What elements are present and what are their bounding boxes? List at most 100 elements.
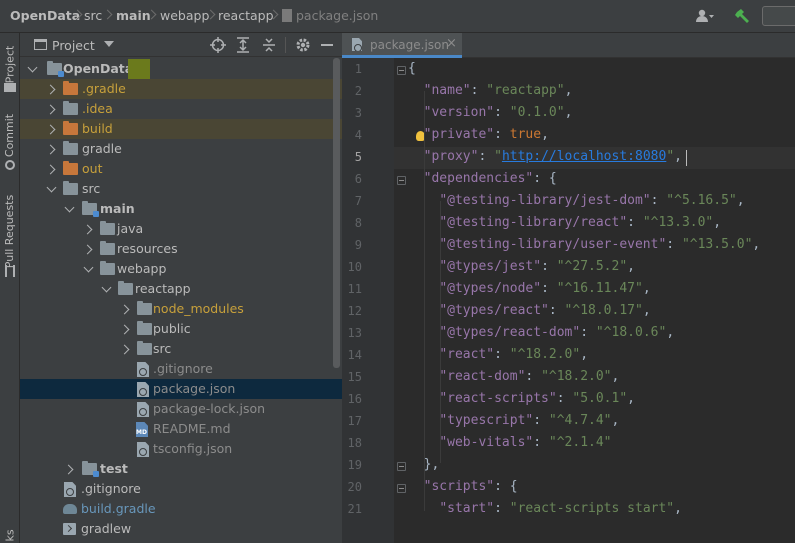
tab-pull-requests[interactable]: Pull Requests [2, 189, 18, 273]
fold-marker-icon[interactable] [397, 462, 406, 471]
fold-marker-icon[interactable] [397, 66, 406, 75]
code-token: : [666, 237, 682, 252]
tree-item-gradlew[interactable]: gradlew [20, 519, 342, 539]
hide-panel-icon[interactable] [321, 44, 333, 46]
chevron-right-icon[interactable] [119, 323, 131, 335]
code-token: { [408, 61, 416, 76]
chevron-right-icon[interactable] [45, 143, 57, 155]
chevron-right-icon[interactable] [82, 243, 94, 255]
breadcrumb-src[interactable]: src [84, 8, 102, 23]
chevron-right-icon[interactable] [45, 103, 57, 115]
tab-commit[interactable]: Commit [2, 113, 18, 157]
breadcrumb-opendata[interactable]: OpenData [10, 8, 80, 23]
chevron-right-icon[interactable] [45, 83, 57, 95]
chevron-right-icon[interactable] [45, 163, 57, 175]
tab-bookmarks[interactable]: ks [2, 525, 18, 543]
locate-file-icon[interactable] [210, 37, 226, 56]
chevron-right-icon[interactable] [119, 303, 131, 315]
chevron-right-icon[interactable] [82, 223, 94, 235]
tree-item-reactapp[interactable]: reactapp [20, 279, 342, 299]
tree-item-build[interactable]: build [20, 119, 342, 139]
code-line: "scripts": { [408, 479, 518, 494]
tree-item-gradle[interactable]: gradle [20, 139, 342, 159]
chevron-right-icon[interactable] [63, 463, 75, 475]
folder-icon [4, 83, 16, 92]
line-number: 17 [347, 414, 362, 428]
tree-item-main[interactable]: main [20, 199, 342, 219]
json-file-icon [137, 442, 149, 457]
editor-tab-bar: package.json × [342, 33, 795, 58]
code-token: , [564, 83, 573, 98]
code-token: : [541, 281, 557, 296]
tab-project[interactable]: Project [2, 39, 18, 89]
breadcrumb-separator [104, 9, 110, 21]
build-hammer-icon[interactable] [735, 8, 751, 27]
chevron-right-icon[interactable] [119, 343, 131, 355]
code-line: { [408, 61, 416, 76]
tree-item-root-gitignore[interactable]: .gitignore [20, 479, 342, 499]
line-number: 13 [347, 326, 362, 340]
run-config-dropdown[interactable] [762, 6, 795, 26]
close-icon[interactable]: × [446, 36, 457, 51]
editor-scrollbar[interactable] [787, 61, 793, 541]
chevron-down-icon[interactable] [26, 63, 38, 75]
tree-item-node-modules[interactable]: node_modules [20, 299, 342, 319]
tree-item-package-json[interactable]: package.json [20, 379, 342, 399]
tree-item-java[interactable]: java [20, 219, 342, 239]
code-line: "version": "0.1.0", [408, 105, 573, 120]
code-token: "typescript" [439, 413, 534, 428]
line-number: 9 [354, 238, 362, 252]
breadcrumb-package-json[interactable]: package.json [296, 8, 378, 23]
chevron-down-icon[interactable] [82, 263, 94, 275]
tree-item-out[interactable]: out [20, 159, 342, 179]
tree-item-reactapp-src[interactable]: src [20, 339, 342, 359]
gear-icon[interactable] [295, 37, 311, 56]
chevron-down-icon[interactable] [104, 41, 114, 47]
tree-item-build-gradle[interactable]: build.gradle [20, 499, 342, 519]
tree-item-resources[interactable]: resources [20, 239, 342, 259]
code-token: : [494, 501, 510, 516]
tree-item-public[interactable]: public [20, 319, 342, 339]
tree-item-label: build [82, 121, 113, 136]
code-line: "@testing-library/user-event": "^13.5.0"… [408, 237, 760, 252]
code-token: "^2.1.4" [548, 435, 612, 450]
breadcrumb-main[interactable]: main [116, 8, 151, 23]
tree-item-package-lock-json[interactable]: package-lock.json [20, 399, 342, 419]
code-token: "name" [423, 83, 471, 98]
line-number: 8 [354, 216, 362, 230]
tree-item-readme[interactable]: MD README.md [20, 419, 342, 439]
code-token: , [642, 303, 651, 318]
tree-item-opendata[interactable]: OpenData [20, 59, 342, 79]
code-token: "^16.11.47" [556, 281, 643, 296]
tab-package-json[interactable]: package.json × [342, 33, 462, 58]
user-icon[interactable] [696, 9, 714, 22]
breadcrumb-reactapp[interactable]: reactapp [218, 8, 274, 23]
tree-item-tsconfig[interactable]: tsconfig.json [20, 439, 342, 459]
chevron-down-icon[interactable] [45, 183, 57, 195]
tree-item-gradle-cache[interactable]: .gradle [20, 79, 342, 99]
chevron-right-icon[interactable] [45, 123, 57, 135]
expand-all-icon[interactable] [236, 37, 250, 56]
tree-item-src[interactable]: src [20, 179, 342, 199]
fold-marker-icon[interactable] [397, 484, 406, 493]
chevron-down-icon[interactable] [100, 283, 112, 295]
collapse-all-icon[interactable] [262, 37, 276, 56]
tree-item-idea[interactable]: .idea [20, 99, 342, 119]
tree-item-label: webapp [117, 261, 167, 276]
project-view-selector[interactable]: Project [52, 38, 95, 53]
fold-marker-icon[interactable] [397, 176, 406, 185]
code-token: "^18.0.6" [595, 325, 667, 340]
breadcrumb-webapp[interactable]: webapp [160, 8, 209, 23]
code-line: "react": "^18.2.0", [408, 347, 588, 362]
chevron-down-icon[interactable] [63, 203, 75, 215]
tree-item-test[interactable]: test [20, 459, 342, 479]
tree-item-webapp[interactable]: webapp [20, 259, 342, 279]
tree-item-label: src [153, 341, 172, 356]
code-token: "reactapp" [486, 83, 565, 98]
project-scrollbar[interactable] [333, 58, 340, 368]
tree-item-gitignore[interactable]: .gitignore [20, 359, 342, 379]
